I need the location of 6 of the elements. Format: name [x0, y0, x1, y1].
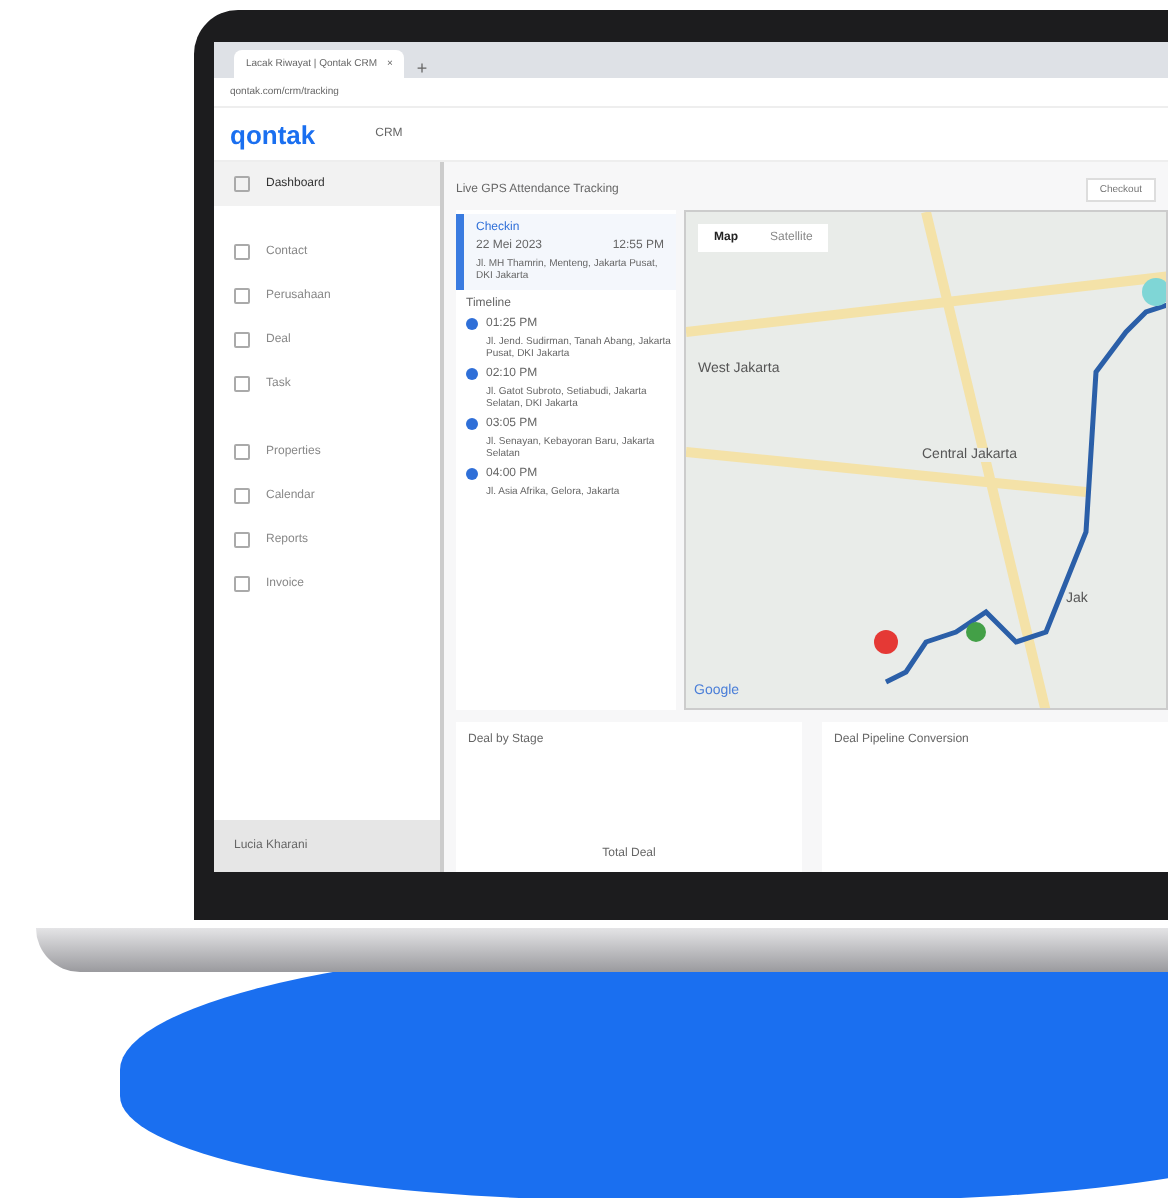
timeline-dot	[466, 418, 478, 430]
timeline-dot	[466, 318, 478, 330]
timeline-dot	[466, 468, 478, 480]
timeline-dot	[466, 368, 478, 380]
logo: qontak	[230, 119, 316, 149]
new-tab-icon[interactable]: +	[416, 58, 428, 78]
